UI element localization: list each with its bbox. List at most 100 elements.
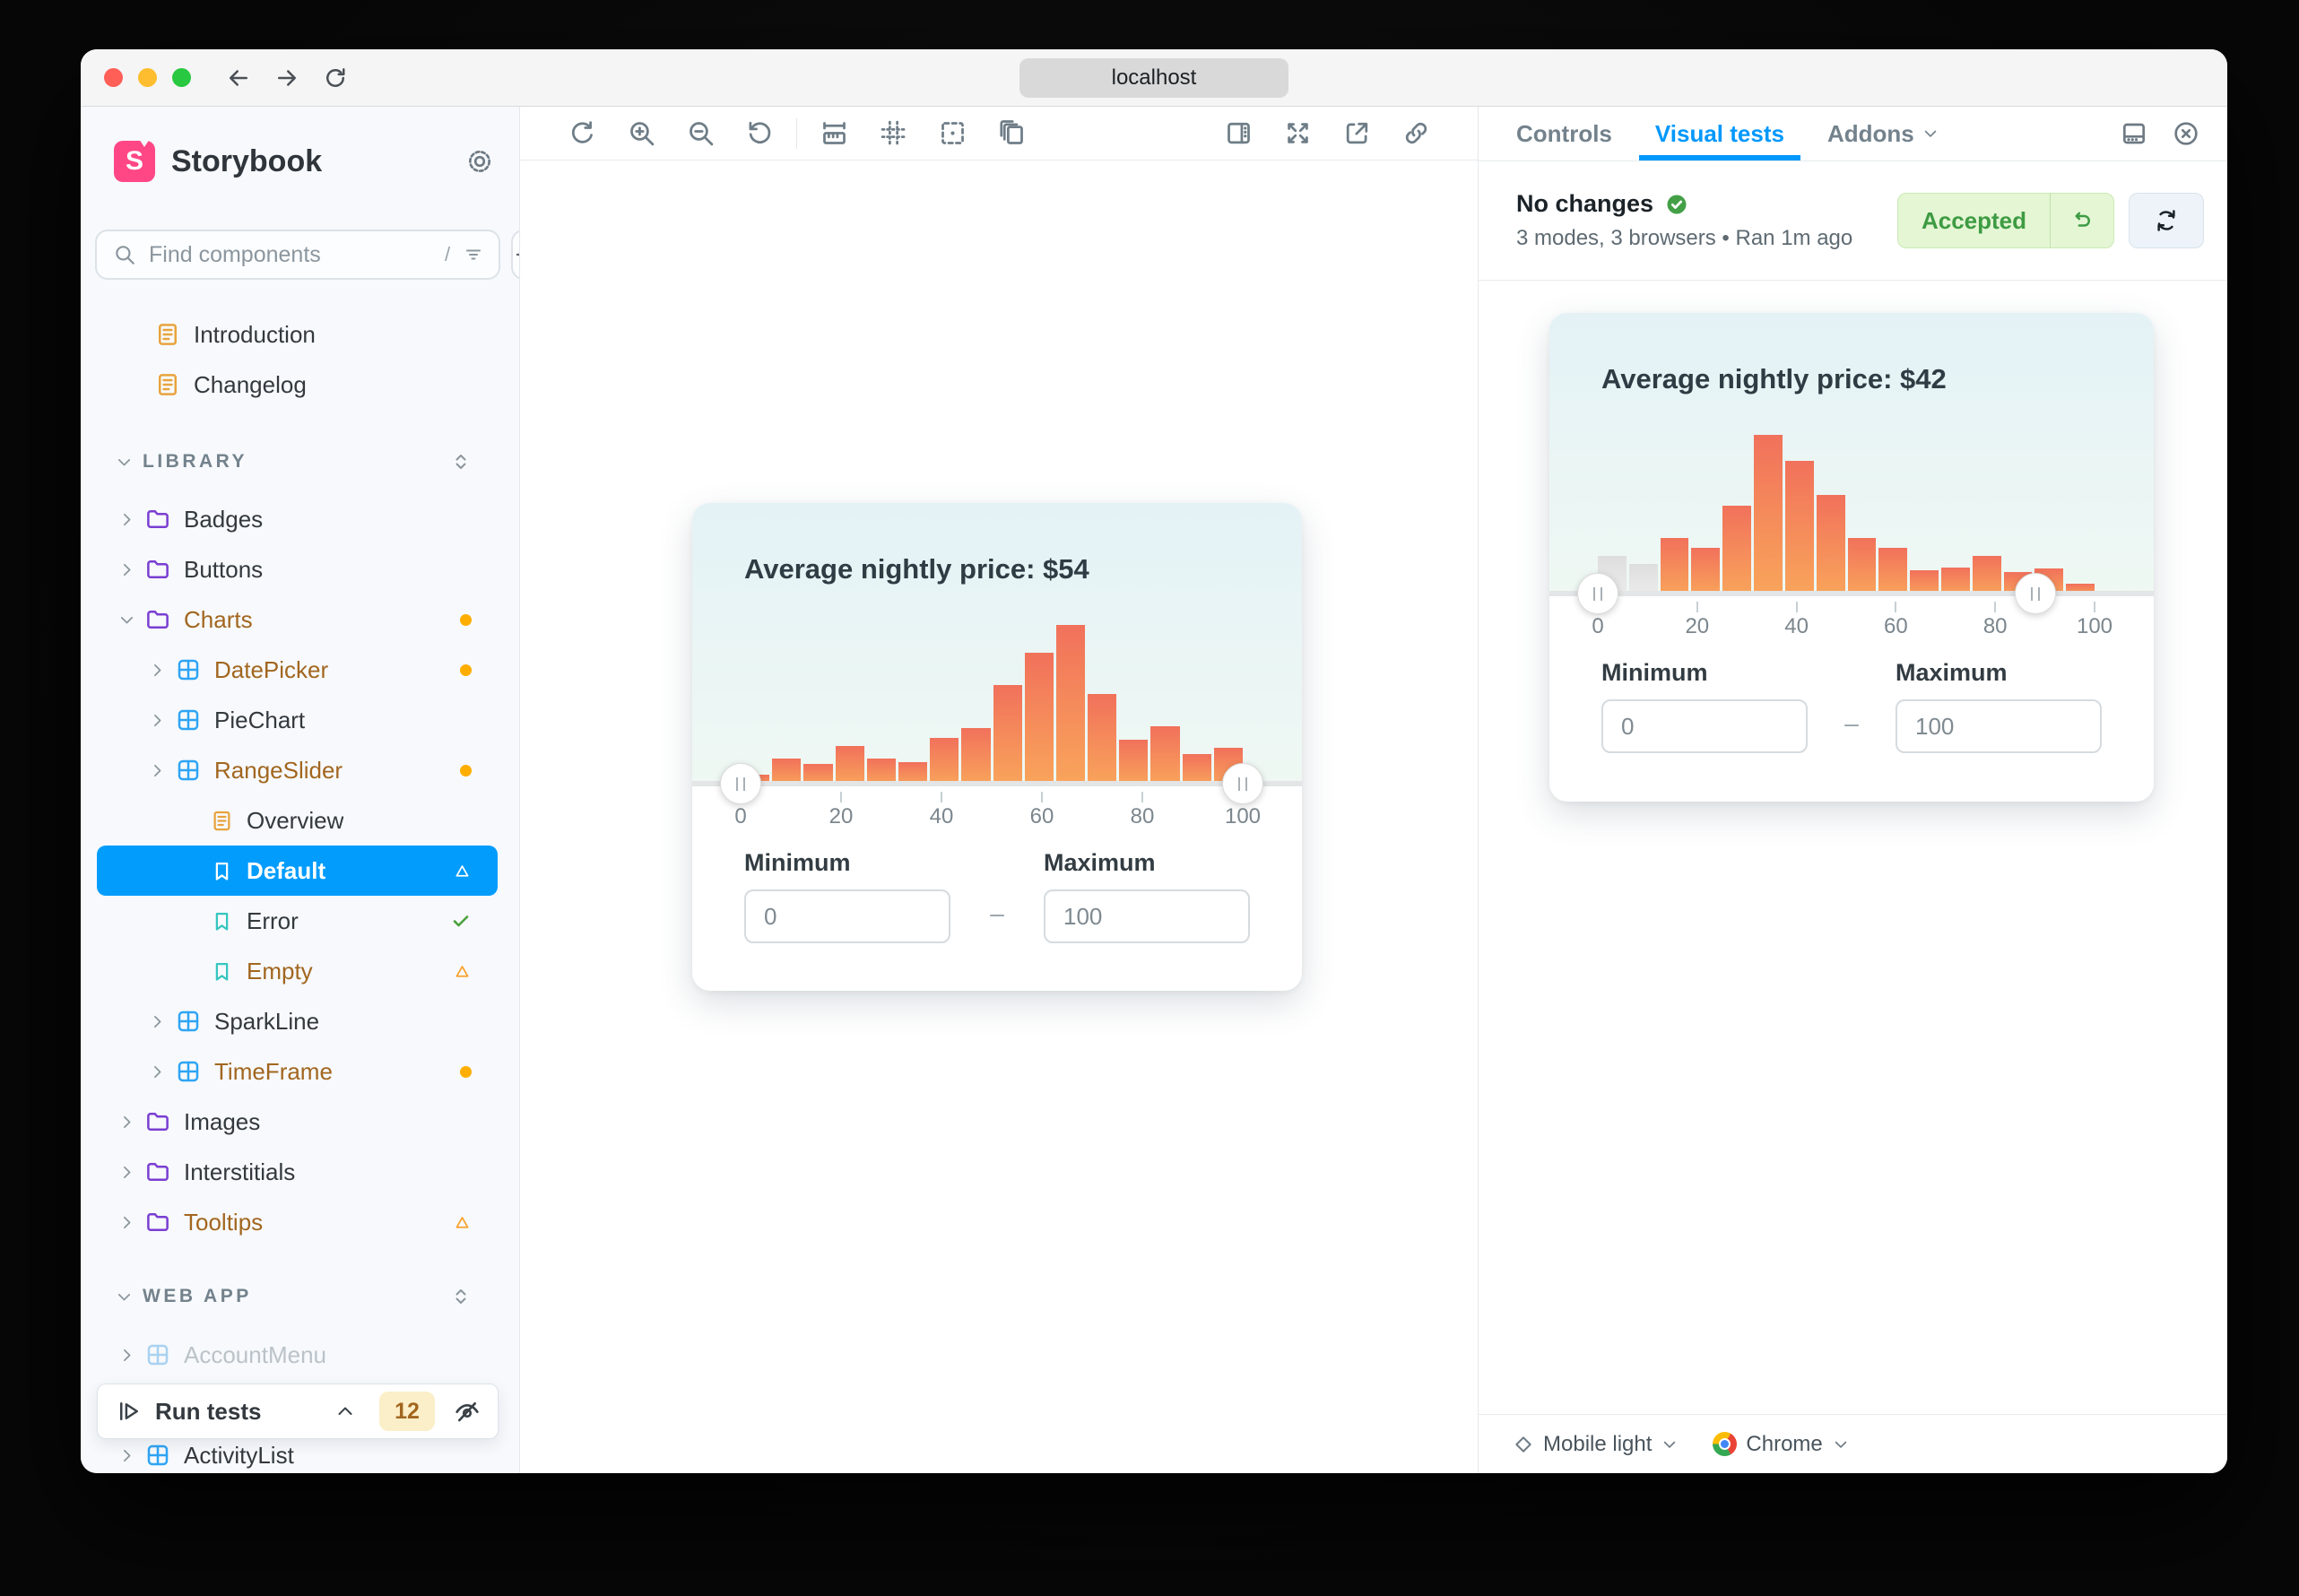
component-icon [178,1011,199,1032]
app-layout: S Storybook / Introduction Changelog LIBRA… [81,107,2227,1473]
chevron-up-icon[interactable] [334,1401,356,1422]
maximum-input[interactable] [1044,889,1250,943]
sidebar-item-empty[interactable]: Empty [97,946,498,996]
story-preview: Average nightly price: $54 0 20 40 60 80 100 … [520,160,1478,1473]
zoom-out-button[interactable] [671,114,730,153]
chevron-down-icon [1832,1436,1850,1453]
sidebar-item-buttons[interactable]: Buttons [97,544,498,594]
story-copies-button[interactable] [982,114,1041,153]
zoom-reset-button[interactable] [730,114,789,153]
close-button[interactable] [2172,119,2200,148]
mode-select[interactable]: Mobile light [1543,1432,1652,1457]
item-label: Default [247,856,326,884]
axis-tick [840,792,842,802]
measure-button[interactable] [804,114,863,153]
sidebar-item-piechart[interactable]: PieChart [97,695,498,745]
filter-icon[interactable] [463,244,484,265]
tab-controls[interactable]: Controls [1516,107,1612,160]
sidebar-item-sparkline[interactable]: SparkLine [97,996,498,1046]
diamond-icon [1515,1436,1531,1453]
accepted-button[interactable]: Accepted [1896,193,2114,248]
sidebar: S Storybook / Introduction Changelog LIBRA… [81,107,520,1473]
rerun-tests-button[interactable] [2129,193,2204,248]
item-label: ActivityList [184,1441,294,1469]
minimum-input[interactable] [1601,699,1808,753]
component-icon [147,1444,169,1466]
chevron-right-icon [154,1015,161,1028]
sidebar-item-badges[interactable]: Badges [97,494,498,544]
zoom-in-button[interactable] [612,114,671,153]
close-icon [2174,122,2198,145]
undo-accept-button[interactable] [2051,194,2113,247]
row-status-badge [450,910,472,932]
triangle-icon [455,864,469,877]
slider-handle[interactable] [1222,763,1263,804]
browser-select[interactable]: Chrome [1746,1432,1822,1457]
sidebar-item-error[interactable]: Error [97,896,498,946]
sidebar-item-charts[interactable]: Charts [97,594,498,645]
chevron-right-icon [124,1449,131,1462]
axis-tick-label: 0 [1592,614,1604,638]
sidebar-item-interstitials[interactable]: Interstitials [97,1147,498,1197]
outline-button[interactable] [923,114,982,153]
sidebar-item-changelog[interactable]: Changelog [97,360,498,410]
sidebar-item-introduction[interactable]: Introduction [97,309,498,360]
close-window-button[interactable] [104,68,123,87]
sidebar-item-rangeslider[interactable]: RangeSlider [97,745,498,795]
zoom-in-icon [629,122,654,146]
axis-tick [941,792,942,802]
reload-button[interactable] [322,65,349,91]
sidebar-item-datepicker[interactable]: DatePicker [97,645,498,695]
slider-handle[interactable] [720,763,761,804]
sidebar-item-accountmenu[interactable]: AccountMenu [97,1330,498,1380]
measure-icon [822,122,846,144]
grid-button[interactable] [863,114,923,153]
slider-track[interactable] [1549,591,2154,596]
tab-visual-tests[interactable]: Visual tests [1638,107,1800,160]
axis-tick-label: 100 [2076,614,2113,638]
minimize-window-button[interactable] [138,68,157,87]
zoom-out-icon [689,122,713,146]
slider-handle[interactable] [1577,573,1618,614]
range-separator: – [1844,709,1859,737]
axis-tick-label: 100 [1224,804,1262,828]
sidebar-item-timeframe[interactable]: TimeFrame [97,1046,498,1097]
tab-addons[interactable]: Addons [1827,107,1939,160]
back-button[interactable] [225,65,252,91]
panel-right-button[interactable] [1209,114,1268,153]
panel-bottom-button[interactable] [2120,119,2148,148]
remount-button[interactable] [552,114,612,153]
settings-button[interactable] [465,147,494,176]
panel-bottom-icon [2123,123,2145,144]
forward-button[interactable] [273,65,300,91]
sidebar-item-tooltips[interactable]: Tooltips [97,1197,498,1247]
maximum-input[interactable] [1896,699,2102,753]
sidebar-item-default[interactable]: Default [97,846,498,896]
search-input[interactable] [147,240,439,269]
component-icon [178,759,199,781]
minimum-input[interactable] [744,889,950,943]
slider-handle[interactable] [2014,573,2056,614]
sidebar-item-overview[interactable]: Overview [97,795,498,846]
component-icon [178,659,199,681]
section-label: LIBRARY [143,451,248,472]
mode-diamond-icon [1513,1434,1534,1455]
histogram-bar [1024,653,1054,786]
fullscreen-button[interactable] [1268,114,1327,153]
run-tests-bar[interactable]: Run tests 12 [97,1383,499,1439]
chevron-right-icon [154,714,161,726]
card-title: Average nightly price: $54 [744,553,1089,585]
create-story-button[interactable] [511,230,519,280]
axis-tick-label: 40 [1784,614,1809,638]
chevron-down-icon [120,616,134,623]
sidebar-section-web-app[interactable]: WEB APP [97,1271,498,1322]
slider-track[interactable] [692,781,1302,786]
open-external-button[interactable] [1327,114,1386,153]
sidebar-item-images[interactable]: Images [97,1097,498,1147]
zoom-window-button[interactable] [172,68,191,87]
link-button[interactable] [1386,114,1445,153]
sidebar-section-library[interactable]: LIBRARY [97,437,498,487]
search-box[interactable]: / [95,230,501,280]
watch-mode-icon[interactable] [453,1397,481,1426]
address-bar[interactable]: localhost [1019,57,1288,98]
